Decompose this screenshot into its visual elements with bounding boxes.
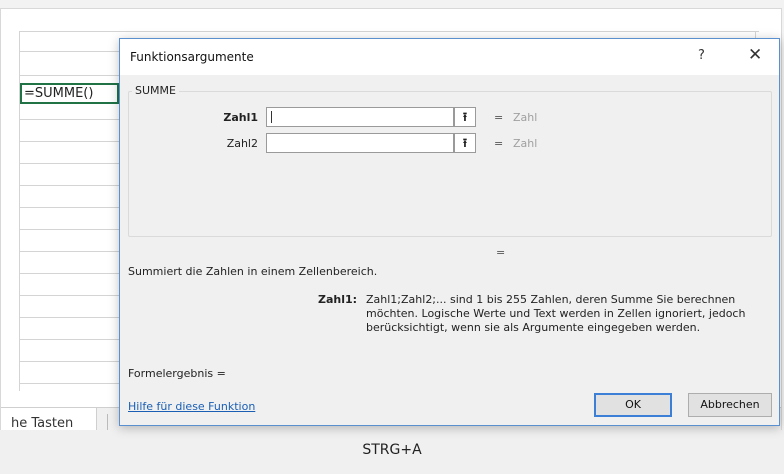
- grid-line: [19, 295, 119, 296]
- grid-line: [19, 273, 119, 274]
- formula-result-label: Formelergebnis =: [128, 367, 226, 380]
- param-description: Zahl1;Zahl2;... sind 1 bis 255 Zahlen, d…: [366, 293, 746, 334]
- grid-line: [19, 383, 119, 384]
- zahl2-input[interactable]: [266, 133, 454, 153]
- close-button[interactable]: ✕: [748, 45, 762, 65]
- equals-sign: =: [494, 137, 504, 150]
- function-result-equals: =: [496, 246, 506, 259]
- zahl1-input[interactable]: [266, 107, 454, 127]
- arg-label-zahl2: Zahl2: [226, 137, 258, 150]
- arg-label-zahl1: Zahl1: [223, 111, 258, 124]
- grid-line: [19, 119, 119, 120]
- collapse-dialog-icon[interactable]: ⭱: [454, 107, 476, 127]
- collapse-dialog-icon[interactable]: ⭱: [454, 133, 476, 153]
- param-name: Zahl1:: [318, 293, 358, 306]
- help-button[interactable]: ?: [698, 48, 705, 63]
- active-cell-formula: =SUMME(): [24, 86, 94, 101]
- grid-line: [19, 339, 119, 340]
- grid-line: [19, 31, 759, 32]
- grid-line: [19, 207, 119, 208]
- grid-line: [19, 141, 119, 142]
- sheet-tab-label: he Tasten: [11, 416, 74, 431]
- grid-line: [19, 163, 119, 164]
- grid-line: [19, 229, 119, 230]
- caption: STRG+A: [362, 442, 422, 458]
- function-name: SUMME: [132, 84, 179, 97]
- arg-type-zahl2: Zahl: [513, 137, 538, 150]
- grid-line: [19, 317, 119, 318]
- dialog-title: Funktionsargumente: [130, 50, 254, 64]
- grid-line: [19, 51, 119, 52]
- text-cursor: [271, 111, 272, 123]
- grid-line: [19, 361, 119, 362]
- arg-type-zahl1: Zahl: [513, 111, 538, 124]
- dialog-titlebar: Funktionsargumente ? ✕: [120, 39, 779, 75]
- grid-line: [19, 251, 119, 252]
- grid-line: [19, 75, 119, 76]
- grid-line: [19, 185, 119, 186]
- equals-sign: =: [494, 111, 504, 124]
- help-link[interactable]: Hilfe für diese Funktion: [128, 400, 255, 413]
- function-arguments-dialog: Funktionsargumente ? ✕ SUMME Zahl1 ⭱ = Z…: [119, 38, 780, 426]
- active-cell[interactable]: =SUMME(): [20, 83, 119, 104]
- cancel-button[interactable]: Abbrechen: [688, 393, 772, 417]
- function-description: Summiert die Zahlen in einem Zellenberei…: [128, 265, 378, 278]
- ok-button[interactable]: OK: [594, 393, 672, 417]
